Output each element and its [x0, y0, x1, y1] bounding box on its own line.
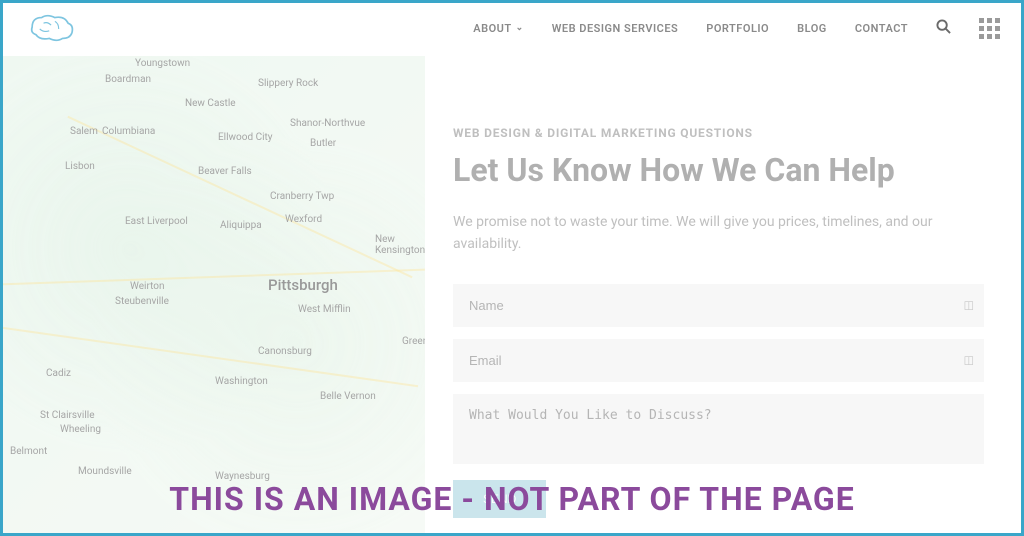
nav-blog[interactable]: BLOG: [797, 22, 827, 35]
submit-button[interactable]: SEND: [453, 480, 546, 518]
map-city-label: Waynesburg: [215, 471, 270, 482]
map-city-label: Wheeling: [60, 424, 101, 435]
map-city-label: Belle Vernon: [320, 391, 376, 402]
map-city-label: Weirton: [130, 281, 165, 292]
nav-label: WEB DESIGN SERVICES: [552, 22, 679, 35]
map-city-label: Boardman: [105, 74, 151, 85]
map-city-label: Cadiz: [46, 368, 71, 379]
email-input[interactable]: [453, 339, 984, 382]
map-city-label: Washington: [215, 376, 268, 387]
map-city-label: Aliquippa: [220, 220, 262, 231]
nav-web-design-services[interactable]: WEB DESIGN SERVICES: [552, 22, 679, 35]
map-city-label: New Kensington: [375, 234, 425, 256]
content: Youngstown Boardman Slippery Rock New Castl…: [0, 56, 1024, 536]
map-city-label: Ellwood City: [218, 132, 273, 143]
header: ABOUT ⌄ WEB DESIGN SERVICES PORTFOLIO BL…: [0, 0, 1024, 56]
map-city-label: Cranberry Twp: [270, 191, 334, 202]
nav-label: BLOG: [797, 22, 827, 35]
map-city-label: West Mifflin: [298, 304, 351, 315]
map-city-label: Columbiana: [102, 126, 155, 137]
headline: Let Us Know How We Can Help: [453, 152, 984, 189]
eyebrow: WEB DESIGN & DIGITAL MARKETING QUESTIONS: [453, 126, 984, 140]
nav-contact[interactable]: CONTACT: [855, 22, 908, 35]
search-icon[interactable]: [936, 19, 951, 38]
name-field-wrap: ◫: [453, 284, 984, 327]
nav-portfolio[interactable]: PORTFOLIO: [706, 22, 769, 35]
map-city-label: New Castle: [185, 98, 236, 109]
map-city-label: Slippery Rock: [258, 78, 318, 89]
logo[interactable]: [24, 10, 82, 46]
map-city-label: Pittsburgh: [268, 276, 338, 294]
map-city-label: St Clairsville: [40, 410, 95, 421]
email-field-wrap: ◫: [453, 339, 984, 382]
nav-about[interactable]: ABOUT ⌄: [473, 22, 523, 35]
map-city-label: Moundsville: [78, 466, 132, 477]
contact-form-panel: WEB DESIGN & DIGITAL MARKETING QUESTIONS…: [425, 56, 1024, 536]
map-city-label: Wexford: [285, 214, 322, 225]
map-city-label: Shanor-Northvue: [290, 118, 365, 129]
map-city-label: Lisbon: [65, 161, 95, 172]
main-nav: ABOUT ⌄ WEB DESIGN SERVICES PORTFOLIO BL…: [473, 18, 1000, 39]
map-city-label: Belmont: [10, 446, 47, 457]
person-icon: ◫: [964, 299, 974, 312]
name-input[interactable]: [453, 284, 984, 327]
map-city-label: Beaver Falls: [198, 166, 252, 177]
brain-logo-icon: [24, 10, 82, 46]
message-input[interactable]: [453, 394, 984, 464]
map-city-label: Butler: [310, 138, 336, 149]
map-city-label: Youngstown: [135, 58, 190, 69]
map[interactable]: Youngstown Boardman Slippery Rock New Castl…: [0, 56, 425, 536]
nav-label: CONTACT: [855, 22, 908, 35]
map-city-label: East Liverpool: [125, 216, 188, 227]
nav-label: PORTFOLIO: [706, 22, 769, 35]
map-city-label: Steubenville: [115, 296, 169, 307]
apps-grid-icon[interactable]: [979, 18, 1000, 39]
subtext: We promise not to waste your time. We wi…: [453, 211, 984, 256]
email-icon: ◫: [964, 354, 974, 367]
map-city-label: Salem: [70, 126, 98, 137]
map-city-label: Canonsburg: [258, 346, 312, 357]
nav-label: ABOUT: [473, 22, 511, 35]
chevron-down-icon: ⌄: [516, 23, 524, 33]
